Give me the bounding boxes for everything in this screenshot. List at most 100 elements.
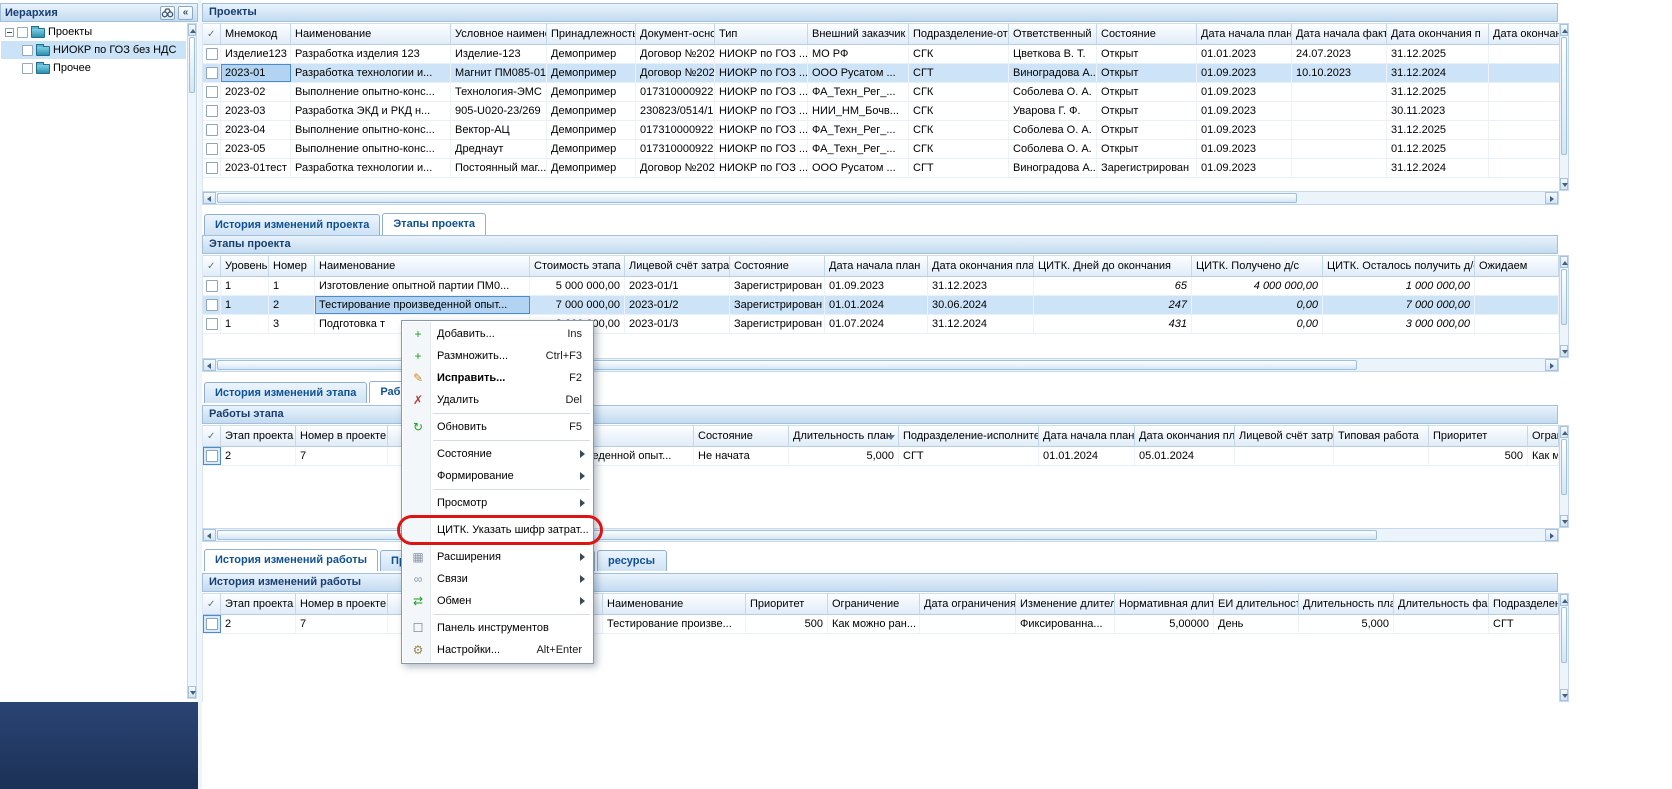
cell[interactable]: СГК (909, 45, 1009, 63)
binoculars-icon[interactable] (160, 6, 175, 20)
cell[interactable]: 01.01.2024 (825, 296, 928, 314)
table-row[interactable]: 12Тестирование произведенной опыт...7 00… (203, 296, 1559, 315)
row-checkbox[interactable] (203, 102, 221, 120)
column-header[interactable]: Подразделение-исполнитель. (899, 425, 1039, 447)
cell[interactable]: СГТ (909, 159, 1009, 177)
cell[interactable]: 0,00 (1192, 296, 1323, 314)
projects-hscrollbar[interactable] (202, 191, 1559, 205)
scrollbar-thumb[interactable] (1561, 607, 1567, 663)
scrollbar-thumb[interactable] (217, 530, 1377, 540)
cell[interactable]: 01.01.2024 (1039, 447, 1135, 465)
cell[interactable]: Изделие123 (221, 45, 291, 63)
row-checkbox[interactable] (203, 159, 221, 177)
column-header[interactable]: Дата окончания (1489, 23, 1559, 45)
cell[interactable]: 5,000 (789, 447, 899, 465)
cell[interactable]: ФА_Техн_Рег_... (808, 140, 909, 158)
cell[interactable]: Выполнение опытно-конс... (291, 121, 451, 139)
row-checkbox[interactable] (203, 296, 221, 314)
cell[interactable]: 500 (1429, 447, 1528, 465)
row-checkbox[interactable] (203, 140, 221, 158)
menu-item[interactable]: Состояние (403, 443, 592, 465)
cell[interactable]: 31.12.2024 (1387, 64, 1489, 82)
cell[interactable]: Зарегистрирован (730, 277, 825, 295)
cell[interactable]: 5 000 000,00 (530, 277, 625, 295)
cell[interactable]: 01.07.2024 (825, 315, 928, 333)
column-header[interactable]: Лицевой счёт затр (1235, 425, 1334, 447)
cell[interactable]: СГК (909, 102, 1009, 120)
scrollbar-thumb[interactable] (189, 37, 195, 93)
row-checkbox[interactable] (203, 447, 221, 465)
cell[interactable] (1292, 83, 1387, 101)
scroll-down-button[interactable] (188, 686, 196, 698)
menu-item[interactable]: ✗УдалитьDel (403, 389, 592, 411)
scrollbar-thumb[interactable] (217, 360, 1357, 370)
scroll-up-button[interactable] (1560, 594, 1568, 606)
column-header[interactable]: Наименование (315, 255, 530, 277)
cell[interactable]: 10.10.2023 (1292, 64, 1387, 82)
column-header[interactable]: Номер в проекте (296, 425, 388, 447)
cell[interactable]: Демопример (547, 140, 636, 158)
row-checkbox[interactable] (203, 45, 221, 63)
cell[interactable]: 01.09.2023 (1197, 83, 1292, 101)
cell[interactable] (1475, 296, 1559, 314)
menu-item[interactable]: ЦИТК. Указать шифр затрат... (403, 519, 592, 541)
column-header[interactable]: Внешний заказчик (808, 23, 909, 45)
cell[interactable] (1489, 140, 1559, 158)
scroll-left-button[interactable] (203, 192, 216, 204)
column-header[interactable]: ЦИТК. Дней до окончания (1034, 255, 1192, 277)
cell[interactable]: 01.09.2023 (1197, 140, 1292, 158)
cell[interactable]: Зарегистрирован (730, 315, 825, 333)
stages-vscrollbar[interactable] (1559, 255, 1569, 358)
cell[interactable] (1489, 83, 1559, 101)
cell[interactable]: 7 (296, 615, 388, 633)
cell[interactable]: 3 (269, 315, 315, 333)
cell[interactable]: 24.07.2023 (1292, 45, 1387, 63)
cell[interactable]: Соболева О. А. (1009, 140, 1097, 158)
cell[interactable] (1334, 447, 1429, 465)
cell[interactable]: Договор №202... (636, 64, 715, 82)
scrollbar-thumb[interactable] (1561, 269, 1567, 325)
column-header[interactable]: Дата окончания план (928, 255, 1034, 277)
tab[interactable]: ресурсы (597, 550, 667, 571)
menu-item[interactable]: ⚙Настройки...Alt+Enter (403, 639, 592, 661)
cell[interactable]: НИОКР по ГОЗ ... (715, 121, 808, 139)
cell[interactable]: Магнит ПМ085-01 (451, 64, 547, 82)
cell[interactable]: 2023-04 (221, 121, 291, 139)
cell[interactable] (1394, 615, 1489, 633)
cell[interactable]: 1 (221, 315, 269, 333)
cell[interactable] (1235, 447, 1334, 465)
cell[interactable]: 017310000922... (636, 140, 715, 158)
cell[interactable]: 2 (269, 296, 315, 314)
column-header[interactable]: Дата окончания план (1135, 425, 1235, 447)
cell[interactable]: СГК (909, 83, 1009, 101)
table-row[interactable]: 2023-01тестРазработка технологии и...Пос… (203, 159, 1559, 178)
cell[interactable]: Демопример (547, 159, 636, 177)
column-header[interactable]: Дата окончания п (1387, 23, 1489, 45)
menu-item[interactable]: Просмотр (403, 492, 592, 514)
column-header[interactable]: Номер (269, 255, 315, 277)
cell[interactable]: МО РФ (808, 45, 909, 63)
cell[interactable] (1475, 277, 1559, 295)
cell[interactable]: НИОКР по ГОЗ ... (715, 102, 808, 120)
scroll-left-button[interactable] (203, 529, 216, 541)
select-all-checkbox[interactable] (203, 255, 221, 277)
menu-item[interactable]: Формирование (403, 465, 592, 487)
cell[interactable]: СГК (909, 121, 1009, 139)
column-header[interactable]: Состояние (730, 255, 825, 277)
tree-checkbox[interactable] (22, 45, 33, 56)
column-header[interactable]: Дата начала факт (1292, 23, 1387, 45)
column-header[interactable]: Дата начала план. (1197, 23, 1292, 45)
cell[interactable]: 2 (221, 447, 296, 465)
tree-node[interactable]: Проекты (1, 23, 186, 41)
cell[interactable]: 230823/0514/136 (636, 102, 715, 120)
table-row[interactable]: 2023-01Разработка технологии и...Магнит … (203, 64, 1559, 83)
cell[interactable]: 017310000922... (636, 121, 715, 139)
cell[interactable]: 2023-01/2 (625, 296, 730, 314)
column-header[interactable]: ЕИ длительности (1214, 593, 1299, 615)
cell[interactable] (1292, 140, 1387, 158)
cell[interactable] (1489, 121, 1559, 139)
cell[interactable]: Открыт (1097, 83, 1197, 101)
cell[interactable]: 01.12.2025 (1387, 140, 1489, 158)
tab[interactable]: Этапы проекта (382, 213, 486, 235)
cell[interactable]: Тестирование произведенной опыт... (315, 296, 530, 314)
